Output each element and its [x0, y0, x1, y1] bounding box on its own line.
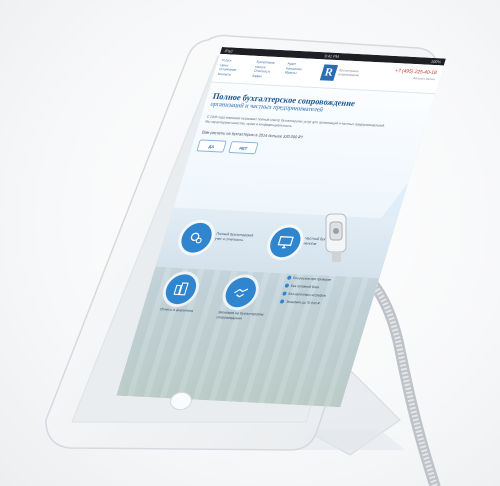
tablet-screen: iPad 9:41 PM 100% Услуги Цены О компании… [48, 20, 446, 420]
security-lock [325, 213, 347, 262]
check-dot-icon [286, 275, 292, 280]
feature-2-icon[interactable] [266, 226, 305, 258]
buildings-icon [173, 282, 189, 296]
time-label: 9:41 PM [323, 53, 340, 60]
phone-block: +7 (495) 225-40-18 Заказать звонок [392, 68, 437, 82]
battery-label: 100% [430, 58, 442, 65]
site-logo[interactable]: R [319, 64, 339, 81]
yes-button[interactable]: ДА [196, 139, 227, 153]
product-scene: iPad 9:41 PM 100% Услуги Цены О компании… [0, 0, 500, 486]
logo-caption: бухгалтерское сопровождение [338, 68, 361, 77]
check-dot-icon [284, 283, 290, 288]
check-dot-icon [281, 291, 288, 296]
check-dot-icon [279, 299, 285, 304]
nav-column-1: Услуги Цены О компании Контакты [217, 58, 239, 77]
handshake-icon [234, 288, 249, 298]
nav-link[interactable]: Юристы [284, 70, 302, 75]
feature-1-label: Полный бухгалтерский учет и отчетность [214, 231, 254, 242]
callback-link[interactable]: Заказать звонок [392, 74, 435, 82]
nav-column-3: Аудит Консалтинг Юристы [284, 61, 304, 75]
gears-icon [190, 232, 202, 244]
nav-link[interactable]: Контакты [217, 71, 235, 76]
nav-column-2: Бухгалтерия Налоги Отчетность Кадры [252, 60, 275, 79]
monitor-icon [277, 236, 294, 249]
carrier-label: iPad [224, 48, 234, 54]
feature-1-icon[interactable] [177, 222, 216, 254]
no-button[interactable]: НЕТ [228, 141, 259, 155]
logo-caption-line: сопровождение [337, 72, 360, 78]
hero-section: Полное бухгалтерское сопровождение орган… [173, 82, 446, 295]
